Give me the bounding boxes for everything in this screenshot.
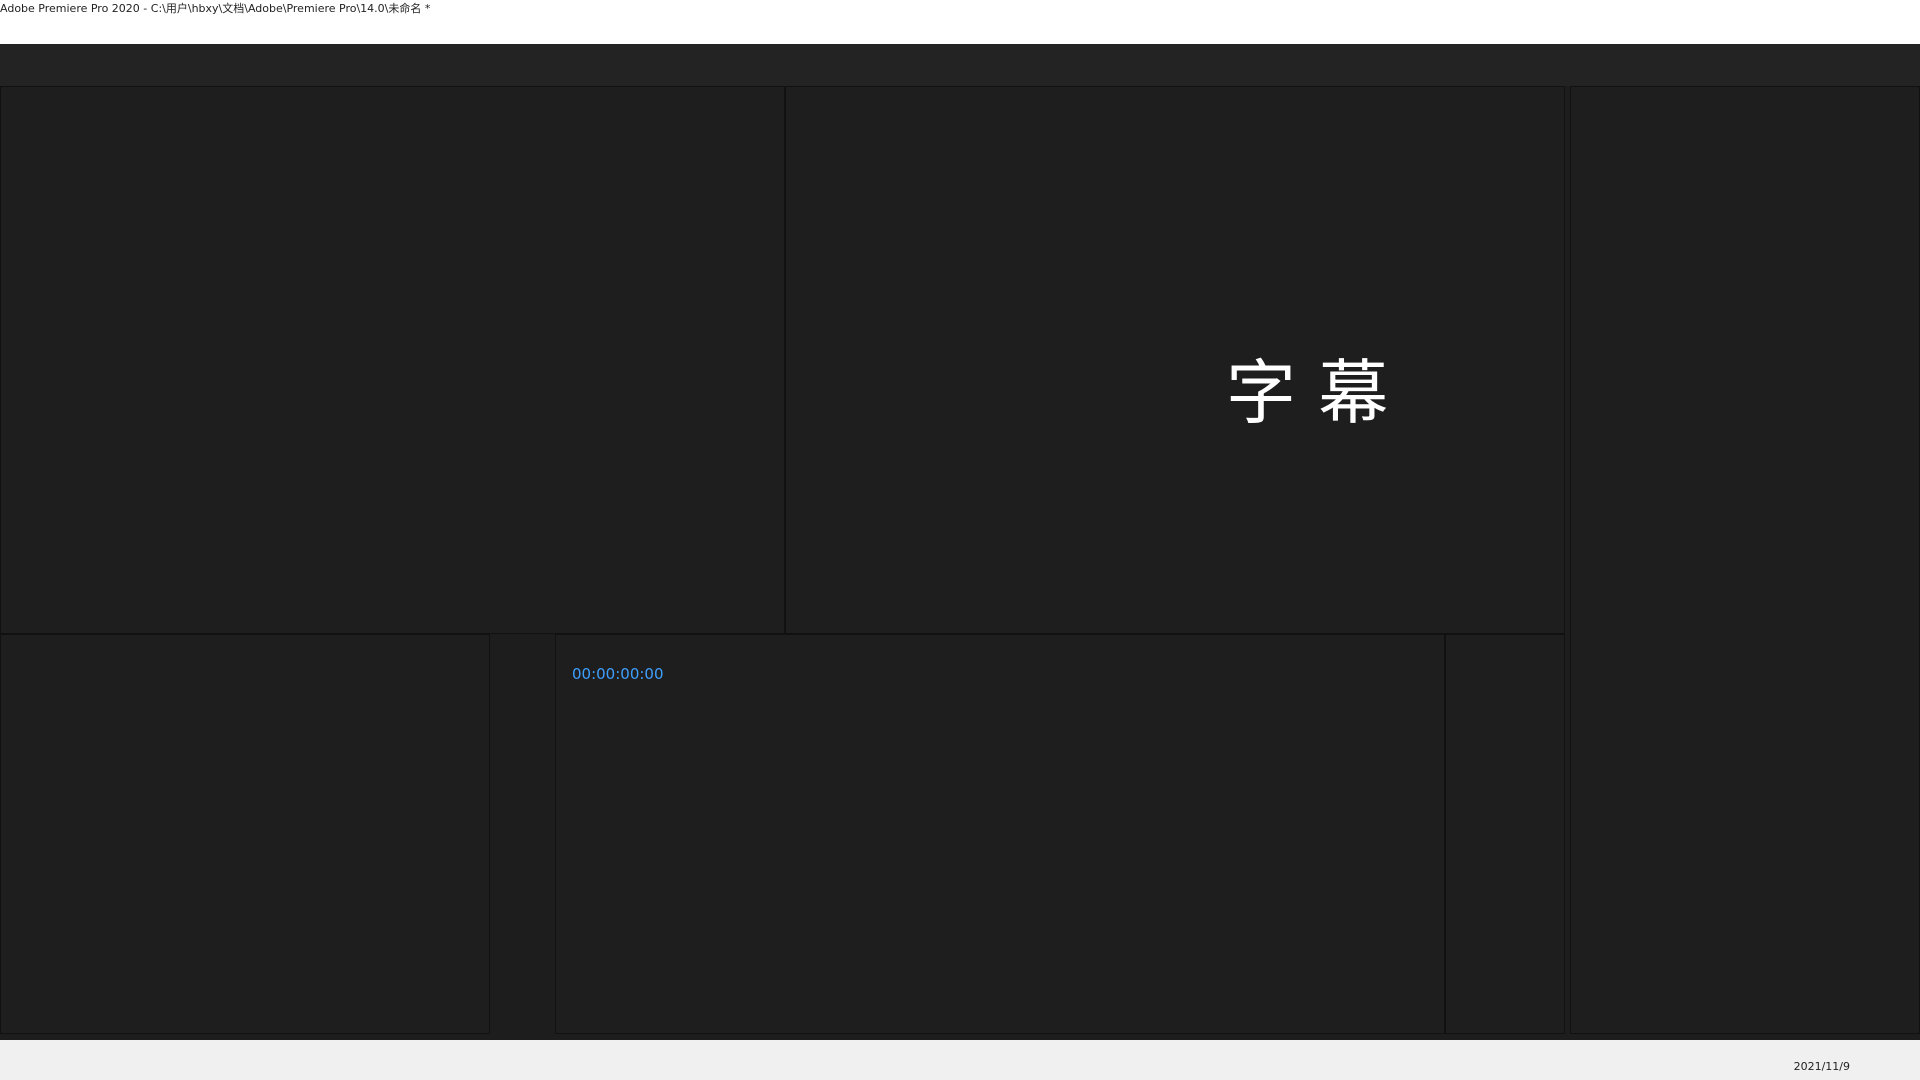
project-panel (0, 634, 490, 1034)
source-panel (0, 86, 785, 634)
title-bar: Adobe Premiere Pro 2020 - C:\用户\hbxy\文档\… (0, 0, 1920, 22)
timeline-timecode[interactable]: 00:00:00:00 (572, 665, 664, 683)
menu-bar (0, 22, 1920, 44)
program-panel: 字 幕 (785, 86, 1565, 634)
timeline-panel: 00:00:00:00 (555, 634, 1445, 1034)
taskbar-date: 2021/11/9 (1793, 1060, 1850, 1073)
taskbar: 2021/11/9 (0, 1040, 1920, 1080)
audio-meter (1445, 634, 1565, 1034)
right-panel-stack (1570, 86, 1920, 1034)
caption-text: 字 幕 (1226, 352, 1389, 434)
window-title: Adobe Premiere Pro 2020 - C:\用户\hbxy\文档\… (0, 2, 431, 15)
workspace-bar (0, 44, 1920, 86)
